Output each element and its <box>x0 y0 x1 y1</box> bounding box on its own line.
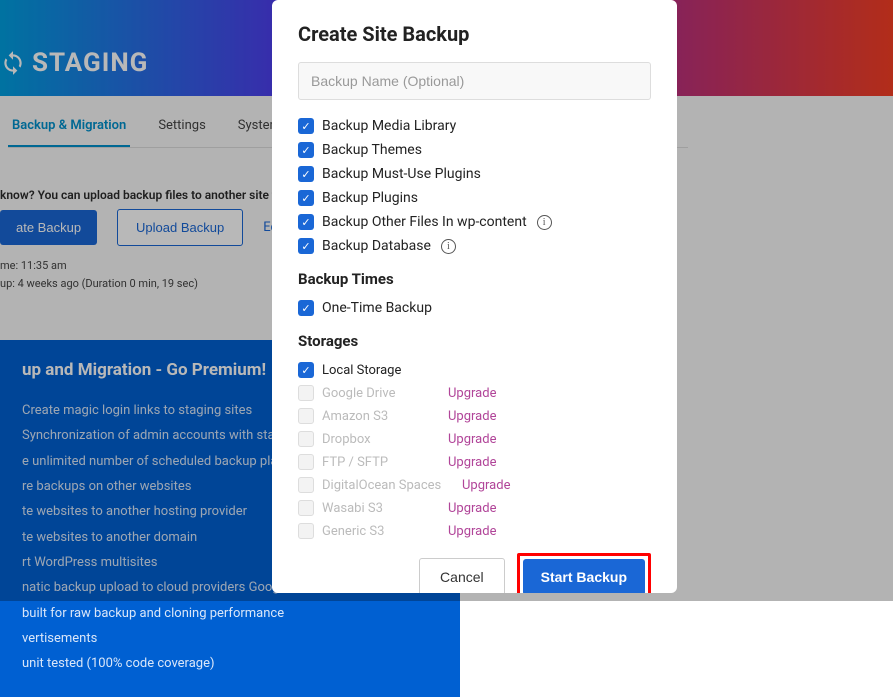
option-label: One-Time Backup <box>322 300 432 316</box>
upgrade-link[interactable]: Upgrade <box>448 409 496 424</box>
checkbox-plugins[interactable] <box>298 190 314 206</box>
upgrade-link[interactable]: Upgrade <box>448 455 496 470</box>
checkbox-generic-s3 <box>298 523 314 539</box>
upgrade-link[interactable]: Upgrade <box>448 524 496 539</box>
upgrade-link[interactable]: Upgrade <box>462 478 510 493</box>
option-label: Backup Media Library <box>322 118 456 134</box>
storage-label: Google Drive <box>322 386 440 401</box>
storage-label: FTP / SFTP <box>322 455 440 470</box>
storage-label: Dropbox <box>322 432 440 447</box>
checkbox-database[interactable] <box>298 238 314 254</box>
upgrade-link[interactable]: Upgrade <box>448 501 496 516</box>
upgrade-link[interactable]: Upgrade <box>448 386 496 401</box>
checkbox-themes[interactable] <box>298 142 314 158</box>
start-backup-button[interactable]: Start Backup <box>523 559 645 593</box>
option-label: Backup Must-Use Plugins <box>322 166 481 182</box>
backup-name-input[interactable] <box>298 62 651 100</box>
checkbox-one-time[interactable] <box>298 300 314 316</box>
option-label: Backup Other Files In wp-content <box>322 214 527 230</box>
option-label: Backup Database <box>322 238 431 254</box>
checkbox-ftp-sftp <box>298 454 314 470</box>
checkbox-wasabi <box>298 500 314 516</box>
info-icon[interactable]: i <box>537 215 552 230</box>
checkbox-dropbox <box>298 431 314 447</box>
create-backup-modal: Create Site Backup Backup Media Library … <box>272 0 677 593</box>
option-label: Backup Themes <box>322 142 422 158</box>
annotation-highlight: Start Backup <box>517 553 651 593</box>
storage-label: DigitalOcean Spaces <box>322 478 454 493</box>
checkbox-other-files[interactable] <box>298 214 314 230</box>
checkbox-amazon-s3 <box>298 408 314 424</box>
storage-label: Local Storage <box>322 363 440 378</box>
section-backup-times: Backup Times <box>298 270 651 288</box>
checkbox-media[interactable] <box>298 118 314 134</box>
cancel-button[interactable]: Cancel <box>419 558 505 593</box>
checkbox-local-storage[interactable] <box>298 362 314 378</box>
storage-label: Wasabi S3 <box>322 501 440 516</box>
info-icon[interactable]: i <box>441 239 456 254</box>
upgrade-link[interactable]: Upgrade <box>448 432 496 447</box>
checkbox-digitalocean <box>298 477 314 493</box>
modal-title: Create Site Backup <box>298 22 651 46</box>
checkbox-google-drive <box>298 385 314 401</box>
storage-label: Generic S3 <box>322 524 440 539</box>
section-storages: Storages <box>298 332 651 350</box>
storage-label: Amazon S3 <box>322 409 440 424</box>
checkbox-mu-plugins[interactable] <box>298 166 314 182</box>
option-label: Backup Plugins <box>322 190 418 206</box>
